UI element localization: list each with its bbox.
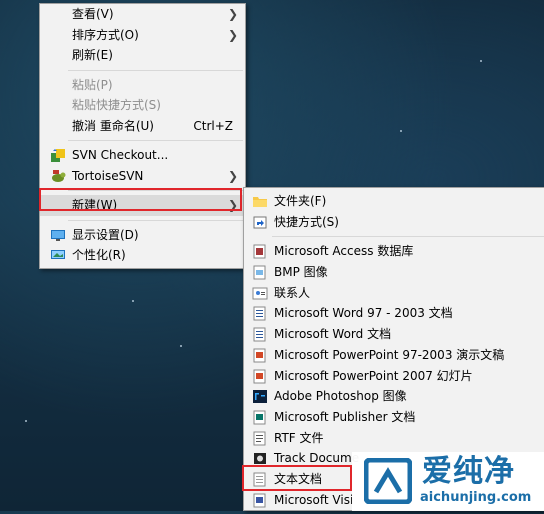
menu-separator	[68, 69, 243, 71]
submenu-item-powerpoint-97-2003[interactable]: Microsoft PowerPoint 97-2003 演示文稿	[244, 345, 544, 366]
menu-item-label: Microsoft PowerPoint 2007 幻灯片	[274, 368, 473, 383]
star	[400, 130, 402, 132]
menu-item-label: Microsoft Word 文档	[274, 327, 392, 342]
menu-item-view[interactable]: 查看(V) ❯	[40, 4, 245, 25]
svn-checkout-icon	[50, 148, 66, 163]
menu-item-refresh[interactable]: 刷新(E)	[40, 45, 245, 66]
menu-item-label: 个性化(R)	[72, 248, 126, 262]
menu-item-label: BMP 图像	[274, 265, 328, 280]
submenu-item-contact[interactable]: 联系人	[244, 283, 544, 304]
word-doc-icon	[252, 306, 268, 321]
star	[132, 300, 134, 302]
submenu-item-word[interactable]: Microsoft Word 文档	[244, 324, 544, 345]
star	[480, 60, 482, 62]
submenu-item-word-97-2003[interactable]: Microsoft Word 97 - 2003 文档	[244, 303, 544, 324]
menu-item-label: Microsoft Publisher 文档	[274, 409, 416, 424]
visio-icon	[252, 493, 268, 508]
rtf-doc-icon	[252, 431, 268, 446]
menu-item-label: 快捷方式(S)	[274, 214, 339, 229]
shortcut-icon	[252, 215, 268, 230]
submenu-item-shortcut[interactable]: 快捷方式(S)	[244, 212, 544, 233]
submenu-item-bmp[interactable]: BMP 图像	[244, 262, 544, 283]
photoshop-icon	[252, 389, 268, 404]
menu-item-label: 文本文档	[274, 471, 323, 486]
menu-item-label: Microsoft Access 数据库	[274, 244, 414, 259]
submenu-item-publisher[interactable]: Microsoft Publisher 文档	[244, 407, 544, 428]
word-doc-icon	[252, 327, 268, 342]
menu-item-label: Adobe Photoshop 图像	[274, 389, 407, 404]
powerpoint-icon	[252, 348, 268, 363]
watermark-logo-icon	[363, 457, 413, 505]
menu-item-label: Track Docume	[274, 451, 360, 466]
chevron-right-icon: ❯	[227, 7, 238, 21]
menu-item-label: 联系人	[274, 285, 311, 300]
powerpoint-icon	[252, 369, 268, 384]
menu-item-personalize[interactable]: 个性化(R)	[40, 245, 245, 266]
submenu-item-rtf[interactable]: RTF 文件	[244, 428, 544, 449]
menu-separator	[68, 140, 243, 141]
chevron-right-icon: ❯	[227, 198, 238, 212]
chevron-right-icon: ❯	[227, 168, 238, 183]
submenu-item-folder[interactable]: 文件夹(F)	[244, 191, 544, 212]
menu-item-sort-by[interactable]: 排序方式(O) ❯	[40, 25, 245, 46]
menu-item-tortoisesvn[interactable]: TortoiseSVN ❯	[40, 166, 245, 187]
display-icon	[50, 228, 66, 243]
submenu-item-powerpoint-2007[interactable]: Microsoft PowerPoint 2007 幻灯片	[244, 366, 544, 387]
menu-item-label: 查看(V)	[72, 7, 114, 21]
menu-item-paste: 粘贴(P)	[40, 75, 245, 96]
tortoisesvn-icon	[50, 169, 66, 184]
menu-item-label: TortoiseSVN	[72, 168, 144, 183]
chevron-right-icon: ❯	[227, 27, 238, 42]
contact-icon	[252, 286, 268, 301]
access-db-icon	[252, 244, 268, 259]
personalize-icon	[50, 248, 66, 263]
submenu-item-access-db[interactable]: Microsoft Access 数据库	[244, 241, 544, 262]
publisher-icon	[252, 410, 268, 425]
menu-item-label: 粘贴快捷方式(S)	[72, 98, 161, 112]
watermark: 爱纯净 aichunjing.com	[352, 452, 544, 511]
menu-item-label: 文件夹(F)	[274, 194, 327, 208]
bmp-image-icon	[252, 265, 268, 280]
menu-item-label: 排序方式(O)	[72, 27, 139, 42]
submenu-item-photoshop[interactable]: Adobe Photoshop 图像	[244, 386, 544, 407]
menu-item-label: 撤消 重命名(U)	[72, 118, 154, 133]
menu-item-label: 刷新(E)	[72, 48, 113, 62]
menu-item-label: 粘贴(P)	[72, 77, 113, 92]
track-document-icon	[252, 451, 268, 466]
menu-item-label: RTF 文件	[274, 430, 324, 445]
menu-item-display-settings[interactable]: 显示设置(D)	[40, 225, 245, 246]
menu-separator	[68, 190, 243, 191]
menu-item-label: SVN Checkout...	[72, 148, 169, 162]
menu-item-label: 新建(W)	[72, 198, 118, 212]
menu-item-new[interactable]: 新建(W) ❯	[40, 195, 245, 216]
menu-separator	[68, 219, 243, 221]
menu-item-label: Microsoft PowerPoint 97-2003 演示文稿	[274, 347, 505, 362]
menu-item-paste-shortcut: 粘贴快捷方式(S)	[40, 95, 245, 116]
star	[25, 420, 27, 422]
text-document-icon	[252, 472, 268, 487]
watermark-url: aichunjing.com	[420, 490, 532, 505]
menu-item-shortcut: Ctrl+Z	[193, 118, 233, 133]
star	[180, 345, 182, 347]
menu-separator	[272, 236, 544, 238]
desktop-context-menu: 查看(V) ❯ 排序方式(O) ❯ 刷新(E) 粘贴(P) 粘贴快捷方式(S) …	[39, 3, 246, 269]
menu-item-label: Microsoft Word 97 - 2003 文档	[274, 306, 453, 321]
menu-item-label: Microsoft Visi	[274, 492, 354, 507]
folder-icon	[252, 194, 268, 209]
menu-item-label: 显示设置(D)	[72, 227, 139, 242]
menu-item-undo-rename[interactable]: 撤消 重命名(U) Ctrl+Z	[40, 116, 245, 137]
menu-item-svn-checkout[interactable]: SVN Checkout...	[40, 145, 245, 166]
watermark-text: 爱纯净	[422, 454, 515, 489]
